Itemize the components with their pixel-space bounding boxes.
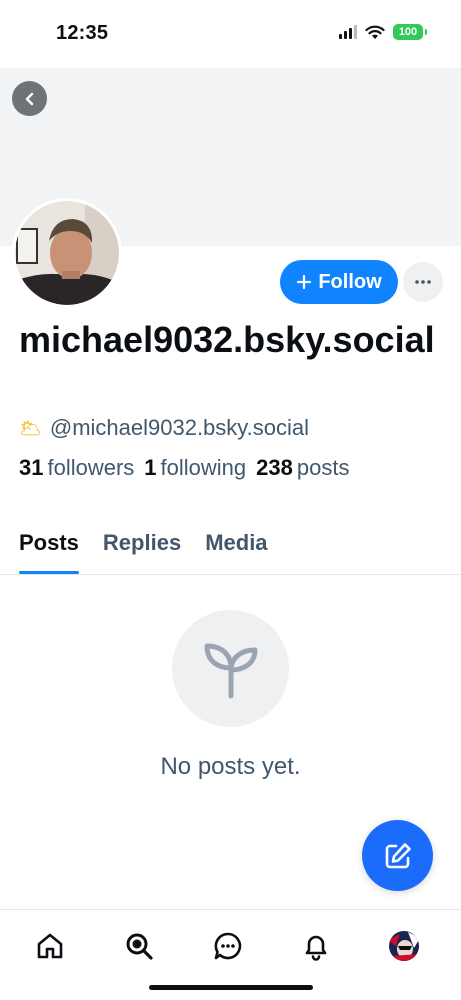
- profile-avatar: [389, 931, 419, 961]
- nav-notifications[interactable]: [298, 928, 334, 964]
- home-indicator: [149, 985, 313, 990]
- followers-stat[interactable]: 31 followers: [19, 455, 134, 481]
- sun-cloud-icon: 🌥: [19, 417, 42, 438]
- nav-home[interactable]: [32, 928, 68, 964]
- cellular-signal-icon: [339, 25, 357, 39]
- empty-state-text: No posts yet.: [160, 753, 301, 780]
- home-icon: [37, 933, 63, 959]
- profile-stats: 31 followers 1 following 238 posts: [19, 455, 349, 481]
- avatar-photo: [15, 201, 119, 305]
- wifi-icon: [365, 25, 385, 39]
- status-icons: 100: [339, 24, 427, 40]
- posts-count: 238: [256, 455, 293, 480]
- chat-icon: [214, 932, 242, 960]
- following-count: 1: [144, 455, 157, 480]
- status-time: 12:35: [56, 22, 109, 44]
- follow-label: Follow: [318, 270, 382, 293]
- tab-replies[interactable]: Replies: [103, 520, 181, 574]
- more-options-button[interactable]: [403, 262, 443, 302]
- followers-count: 31: [19, 455, 44, 480]
- avatar[interactable]: [12, 198, 122, 308]
- nav-profile[interactable]: [386, 928, 422, 964]
- ellipsis-icon: [415, 280, 431, 284]
- tab-posts[interactable]: Posts: [19, 520, 79, 574]
- nav-chat[interactable]: [210, 928, 246, 964]
- posts-stat: 238 posts: [256, 455, 349, 481]
- plus-icon: [297, 274, 312, 290]
- compose-button[interactable]: [362, 820, 433, 891]
- following-label: following: [160, 455, 247, 480]
- following-stat[interactable]: 1 following: [144, 455, 246, 481]
- empty-state-illustration: [172, 610, 289, 727]
- posts-label: posts: [296, 455, 350, 480]
- handle: @michael9032.bsky.social: [49, 415, 310, 440]
- bell-icon: [305, 935, 327, 961]
- back-button[interactable]: [12, 81, 47, 116]
- followers-label: followers: [47, 455, 135, 480]
- tab-media[interactable]: Media: [205, 520, 267, 574]
- status-bar: 12:35 100: [0, 0, 461, 68]
- sprout-icon: [204, 643, 257, 698]
- follow-button[interactable]: Follow: [280, 260, 398, 304]
- profile-tabs: Posts Replies Media: [0, 520, 461, 575]
- display-name: michael9032.bsky.social: [19, 319, 435, 360]
- battery-indicator: 100: [393, 24, 427, 40]
- handle-row: 🌥 @michael9032.bsky.social: [19, 415, 309, 441]
- search-icon: [126, 933, 153, 960]
- chevron-left-icon: [25, 92, 33, 105]
- nav-search[interactable]: [121, 928, 157, 964]
- compose-icon: [385, 842, 411, 868]
